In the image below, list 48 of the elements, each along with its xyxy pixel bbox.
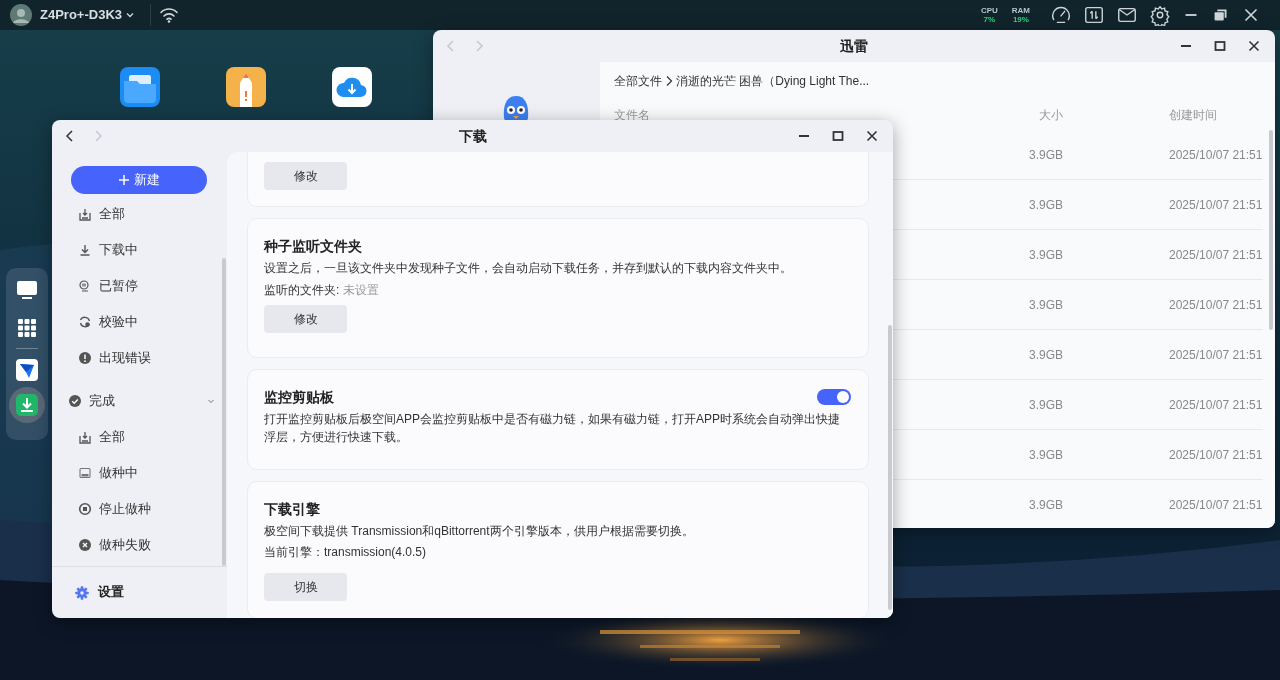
sidebar-item[interactable]: 已暂停 xyxy=(52,268,227,304)
card-title: 监控剪贴板 xyxy=(264,388,334,407)
action-button[interactable]: 修改 xyxy=(264,162,347,190)
table-cell-text: 2025/10/07 21:51 xyxy=(1168,146,1263,164)
sidebar-item[interactable]: 出现错误 xyxy=(52,340,227,376)
card-detail: 当前引擎：transmission(4.0.5) xyxy=(264,544,428,561)
table-cell-text: 3.9GB xyxy=(1027,496,1063,514)
card-description: 极空间下载提供 Transmission和qBittorrent两个引擎版本，供用户根据需要切换。 xyxy=(264,523,695,540)
sidebar-item[interactable]: 全部 xyxy=(52,419,227,455)
stat-label: RAM xyxy=(1011,6,1030,15)
sidebar-item[interactable]: 校验中 xyxy=(52,304,227,340)
field-label: 监听的文件夹: xyxy=(264,282,340,299)
table-cell-text: 3.9GB xyxy=(1027,196,1063,214)
sidebar-item[interactable]: 做种中 xyxy=(52,455,227,491)
table-cell-text: 2025/10/07 21:51 xyxy=(1168,196,1263,214)
sidebar-item[interactable]: 停止做种 xyxy=(52,491,227,527)
card-description: 打开监控剪贴板后极空间APP会监控剪贴板中是否有磁力链，如果有磁力链，打开APP时系统会自动弹出快捷浮层，方便进行快速下载。 xyxy=(264,411,842,446)
stat-label: CPU xyxy=(980,6,998,15)
stat-value: 19% xyxy=(1011,15,1030,24)
table-cell-text: 3.9GB xyxy=(1027,296,1063,314)
field-value: 未设置 xyxy=(343,282,380,299)
stat-value: 7% xyxy=(982,15,997,24)
table-cell-text: 3.9GB xyxy=(1027,246,1063,264)
table-cell-text: 2025/10/07 21:51 xyxy=(1168,296,1263,314)
table-cell-text: 2025/10/07 21:51 xyxy=(1168,346,1263,364)
new-button[interactable]: 新建 xyxy=(71,166,207,194)
breadcrumb-item[interactable]: 全部文件 xyxy=(614,72,662,90)
table-cell-text: 2025/10/07 21:51 xyxy=(1168,246,1263,264)
table-cell-text: 2025/10/07 21:51 xyxy=(1168,396,1263,414)
sidebar-group[interactable]: 完成 xyxy=(52,383,227,419)
card-description: 设置之后，一旦该文件夹中发现种子文件，会自动启动下载任务，并存到默认的下载内容文件夹中。 xyxy=(264,260,793,277)
window-title: 下载 xyxy=(458,126,487,146)
table-cell-text: 3.9GB xyxy=(1027,396,1063,414)
table-cell-text: 2025/10/07 21:51 xyxy=(1168,496,1263,514)
card-title: 种子监听文件夹 xyxy=(264,237,362,256)
card-title: 下载引擎 xyxy=(264,500,320,519)
table-cell-text: 3.9GB xyxy=(1027,346,1063,364)
sidebar-item[interactable]: 做种失败 xyxy=(52,527,227,563)
action-button[interactable]: 修改 xyxy=(264,305,347,333)
sidebar-item[interactable]: 全部 xyxy=(52,205,227,232)
breadcrumb-item[interactable]: 消逝的光芒 困兽（Dying Light The... xyxy=(676,72,870,90)
window-title: 迅雷 xyxy=(840,36,868,56)
sidebar-item[interactable]: 下载中 xyxy=(52,232,227,268)
table-cell-text: 2025/10/07 21:51 xyxy=(1168,446,1263,464)
table-cell-text: 3.9GB xyxy=(1027,146,1063,164)
device-name[interactable]: Z4Pro+-D3K3 xyxy=(40,5,122,25)
action-button[interactable]: 切换 xyxy=(264,573,347,601)
table-cell-text: 3.9GB xyxy=(1027,446,1063,464)
